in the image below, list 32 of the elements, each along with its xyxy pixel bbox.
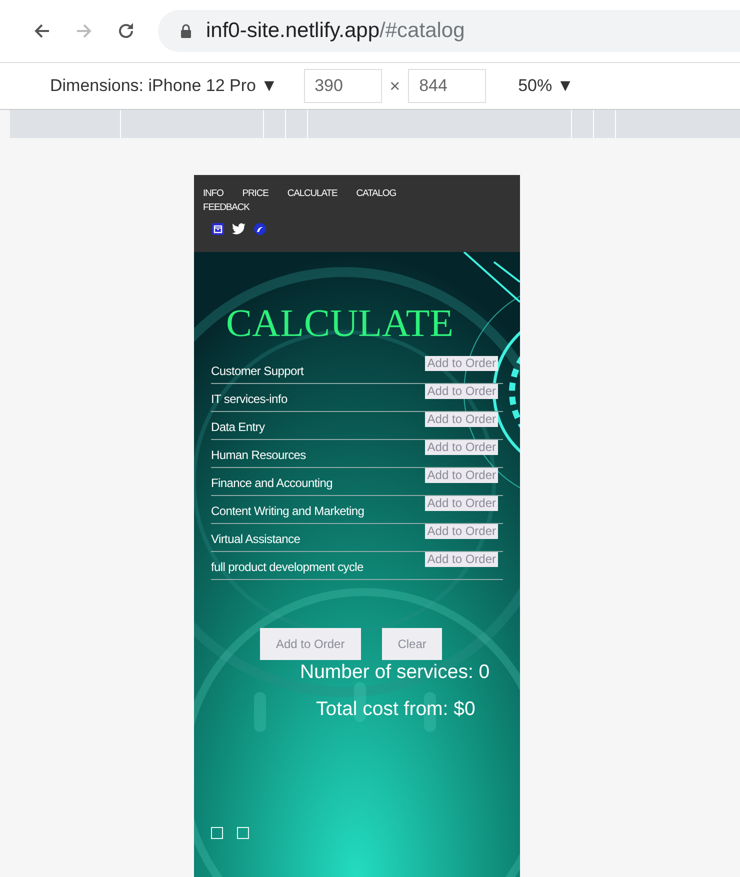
reload-icon[interactable] xyxy=(116,21,136,41)
action-button[interactable]: Clear xyxy=(382,628,442,660)
service-name: Data Entry xyxy=(211,420,265,434)
nav-link[interactable]: PRICE xyxy=(242,187,268,201)
service-name: full product development cycle xyxy=(211,560,364,574)
nav-link[interactable]: CATALOG xyxy=(356,187,396,201)
zoom-dropdown[interactable]: 50% ▼ xyxy=(518,76,574,96)
total-cost: Total cost from: $0 xyxy=(316,698,476,721)
feather-icon[interactable] xyxy=(254,223,266,235)
service-name: Content Writing and Marketing xyxy=(211,504,364,518)
action-button[interactable]: Add to Order xyxy=(260,628,361,660)
nav-link[interactable]: INFO xyxy=(203,187,224,201)
address-bar[interactable]: inf0-site.netlify.app/#catalog xyxy=(158,10,740,52)
service-name: IT services-info xyxy=(211,392,288,406)
lock-icon xyxy=(180,24,192,38)
service-name: Virtual Assistance xyxy=(211,532,300,546)
service-count: Number of services: 0 xyxy=(300,661,491,684)
width-field[interactable]: 390 xyxy=(304,69,382,103)
device-dropdown[interactable]: Dimensions: iPhone 12 Pro ▼ xyxy=(50,76,278,96)
times-sign: × xyxy=(390,76,400,96)
square-icon xyxy=(237,827,249,839)
service-name: Human Resources xyxy=(211,448,306,462)
nav-link[interactable]: FEEDBACK xyxy=(203,201,250,215)
page-title: CALCULATE xyxy=(226,302,454,346)
square-icon xyxy=(211,827,223,839)
nav-link[interactable]: CALCULATE xyxy=(287,187,338,201)
calendar-icon[interactable] xyxy=(212,223,224,235)
service-name: Customer Support xyxy=(211,364,304,378)
url-text: inf0-site.netlify.app/#catalog xyxy=(206,19,465,43)
height-field[interactable]: 844 xyxy=(408,69,486,103)
service-name: Finance and Accounting xyxy=(211,476,332,490)
twitter-icon[interactable] xyxy=(232,223,246,235)
